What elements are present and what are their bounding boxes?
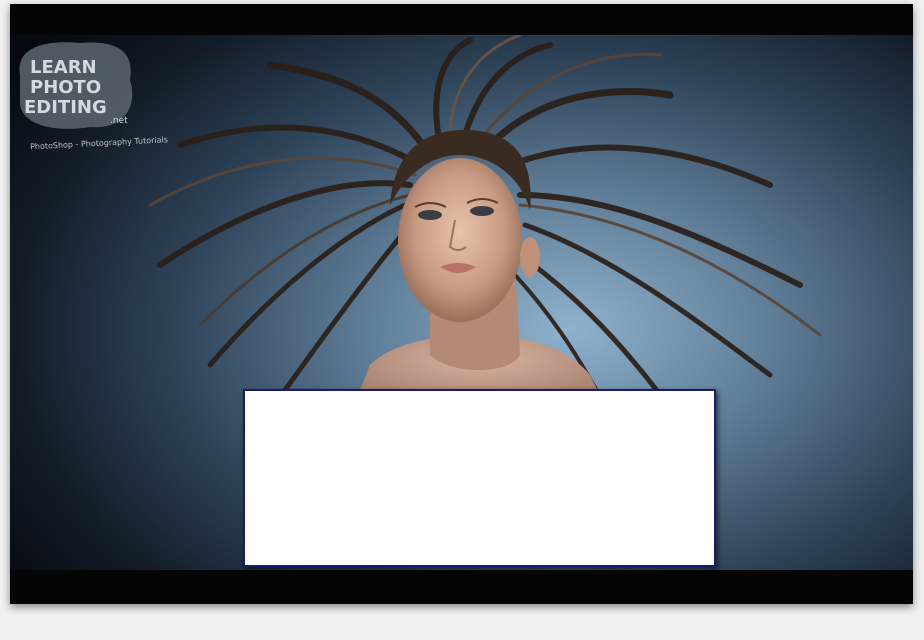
letterbox-bottom-bar — [10, 570, 913, 604]
letterbox-top-bar — [10, 4, 913, 35]
logo-suffix: .net — [110, 116, 128, 126]
logo-line3: EDITING — [24, 97, 107, 118]
left-eye — [418, 210, 442, 220]
right-eye — [470, 206, 494, 216]
learn-photo-editing-logo: LEARN PHOTO EDITING .net — [19, 42, 133, 129]
ear — [520, 237, 540, 277]
logo-line2: PHOTO — [30, 77, 101, 98]
face — [398, 158, 522, 322]
blank-overlay-box — [243, 389, 716, 567]
logo-line1: LEARN — [30, 57, 97, 78]
